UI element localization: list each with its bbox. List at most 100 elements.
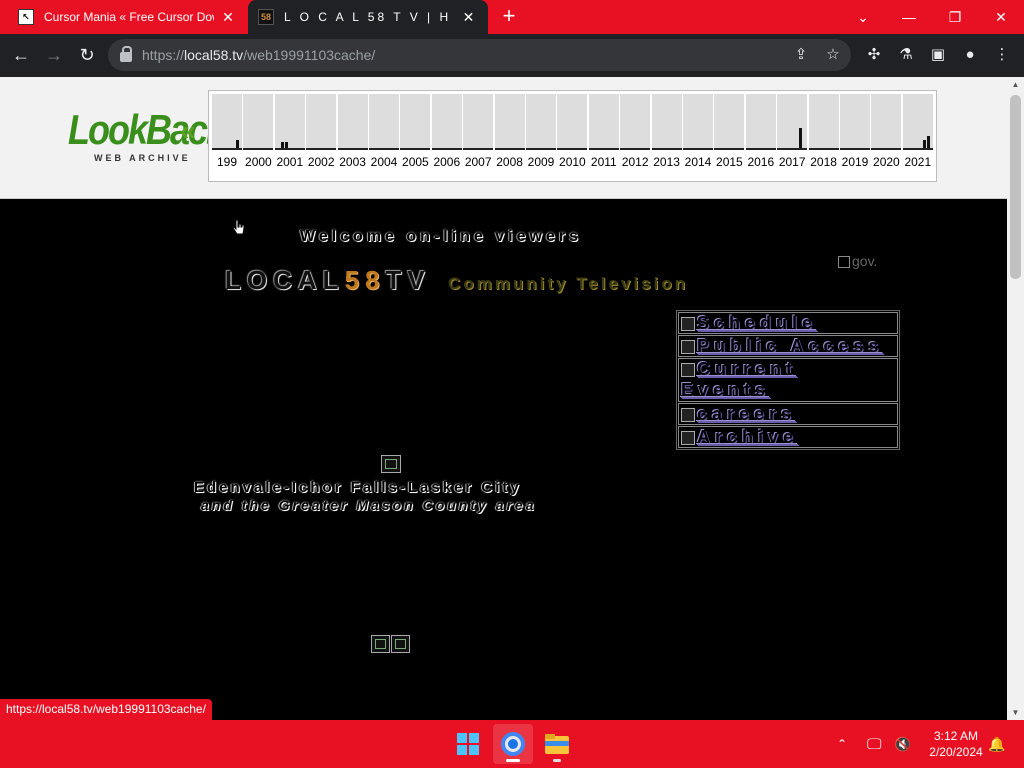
year-baseline bbox=[431, 148, 462, 150]
scroll-up-arrow-icon[interactable]: ▲ bbox=[1007, 77, 1024, 92]
year-label[interactable]: 2013 bbox=[650, 155, 684, 169]
status-bar-url: https://local58.tv/web19991103cache/ bbox=[0, 699, 212, 720]
lookback-logo[interactable]: LookBack « WEB ARCHIVE bbox=[68, 106, 226, 167]
tab-close-icon[interactable]: ✕ bbox=[220, 9, 236, 26]
year-baseline bbox=[306, 148, 337, 150]
broken-image-icon[interactable] bbox=[391, 635, 410, 653]
year-label[interactable]: 2007 bbox=[461, 155, 495, 169]
side-panel-icon[interactable]: ▣ bbox=[929, 46, 947, 64]
scrollbar-thumb[interactable] bbox=[1010, 95, 1021, 279]
year-2018-bar[interactable] bbox=[808, 94, 839, 150]
year-2019-bar[interactable] bbox=[840, 94, 870, 150]
year-1999-bar[interactable] bbox=[212, 94, 242, 150]
broken-image-icon[interactable] bbox=[371, 635, 390, 653]
year-label[interactable]: 2005 bbox=[398, 155, 432, 169]
show-hidden-icons-chevron-icon[interactable]: ⌃ bbox=[837, 720, 847, 768]
year-label[interactable]: 2014 bbox=[681, 155, 715, 169]
address-bar[interactable]: https://local58.tv/web19991103cache/ ⇪ ☆ bbox=[108, 39, 851, 71]
tab-cursor-mania[interactable]: ↖ Cursor Mania « Free Cursor Dow ✕ bbox=[8, 0, 246, 34]
extensions-puzzle-icon[interactable]: ✣ bbox=[865, 46, 883, 64]
year-label[interactable]: 2008 bbox=[493, 155, 527, 169]
year-2010-bar[interactable] bbox=[557, 94, 588, 150]
labs-flask-icon[interactable]: ⚗ bbox=[897, 46, 915, 64]
year-2016-bar[interactable] bbox=[745, 94, 776, 150]
year-label[interactable]: 2020 bbox=[869, 155, 903, 169]
local58-favicon-icon: 58 bbox=[258, 9, 274, 25]
year-2002-bar[interactable] bbox=[306, 94, 337, 150]
year-label[interactable]: 2015 bbox=[712, 155, 746, 169]
year-label[interactable]: 2016 bbox=[744, 155, 778, 169]
year-2014-bar[interactable] bbox=[683, 94, 713, 150]
year-label[interactable]: 2017 bbox=[775, 155, 809, 169]
minimize-button[interactable]: — bbox=[886, 0, 932, 34]
menu-archive[interactable]: Archive bbox=[678, 426, 898, 448]
page-scrollbar[interactable]: ▲ ▼ bbox=[1007, 77, 1024, 720]
year-2003-bar[interactable] bbox=[337, 94, 368, 150]
tab-close-icon[interactable]: ✕ bbox=[462, 9, 478, 26]
year-label[interactable]: 2021 bbox=[901, 155, 935, 169]
menu-careers[interactable]: careers bbox=[678, 403, 898, 425]
year-2017-bar[interactable] bbox=[777, 94, 808, 150]
forward-arrow-icon[interactable]: → bbox=[41, 42, 67, 68]
menu-kebab-icon[interactable]: ⋮ bbox=[993, 46, 1011, 64]
year-label[interactable]: 2018 bbox=[807, 155, 841, 169]
share-icon[interactable]: ⇪ bbox=[792, 46, 810, 64]
notifications-bell-icon[interactable]: 🔔 bbox=[988, 720, 1005, 768]
broken-image-icon bbox=[838, 256, 850, 269]
menu-current-events[interactable]: Current Events bbox=[678, 358, 898, 402]
year-label[interactable]: 2004 bbox=[367, 155, 401, 169]
reload-icon[interactable]: ↻ bbox=[74, 42, 100, 68]
year-2008-bar[interactable] bbox=[494, 94, 525, 150]
year-2009-bar[interactable] bbox=[526, 94, 556, 150]
year-2004-bar[interactable] bbox=[369, 94, 399, 150]
site-brand: LOCAL58TV Community Television bbox=[225, 265, 688, 296]
year-2005-bar[interactable] bbox=[400, 94, 431, 150]
menu-schedule[interactable]: Schedule bbox=[678, 312, 898, 334]
year-baseline bbox=[400, 148, 431, 150]
gov-image-broken[interactable]: gov. bbox=[838, 253, 877, 269]
year-2007-bar[interactable] bbox=[463, 94, 494, 150]
year-label[interactable]: 2000 bbox=[241, 155, 275, 169]
lock-icon[interactable] bbox=[120, 46, 132, 62]
year-2015-bar[interactable] bbox=[714, 94, 745, 150]
close-window-button[interactable]: ✕ bbox=[978, 0, 1024, 34]
year-label[interactable]: 2009 bbox=[524, 155, 558, 169]
back-arrow-icon[interactable]: ← bbox=[8, 42, 34, 68]
year-2021-bar[interactable] bbox=[902, 94, 933, 150]
year-2020-bar[interactable] bbox=[871, 94, 902, 150]
restore-button[interactable]: ❐ bbox=[932, 0, 978, 34]
year-label[interactable]: 2011 bbox=[587, 155, 621, 169]
profile-avatar-icon[interactable]: ● bbox=[961, 46, 979, 64]
chrome-taskbar-icon[interactable] bbox=[493, 724, 533, 764]
bookmark-star-icon[interactable]: ☆ bbox=[824, 46, 842, 64]
year-label[interactable]: 2003 bbox=[336, 155, 370, 169]
year-label[interactable]: 2006 bbox=[430, 155, 464, 169]
brand-number: 58 bbox=[344, 265, 386, 295]
year-2006-bar[interactable] bbox=[431, 94, 462, 150]
new-tab-button[interactable]: + bbox=[498, 5, 520, 28]
tab-search-chevron-icon[interactable]: ⌄ bbox=[840, 0, 886, 34]
year-label[interactable]: 2010 bbox=[555, 155, 589, 169]
menu-public-access[interactable]: Public Access bbox=[678, 335, 898, 357]
year-label[interactable]: 2002 bbox=[304, 155, 338, 169]
capture-spike bbox=[280, 142, 284, 148]
year-label[interactable]: 2001 bbox=[273, 155, 307, 169]
year-label[interactable]: 2012 bbox=[618, 155, 652, 169]
volume-muted-icon[interactable]: 🔇 bbox=[894, 720, 911, 768]
system-clock[interactable]: 3:12 AM 2/20/2024 bbox=[916, 728, 996, 760]
year-label[interactable]: 2019 bbox=[838, 155, 872, 169]
browser-toolbar: ← → ↻ https://local58.tv/web19991103cach… bbox=[0, 34, 1024, 77]
windows-start-icon[interactable] bbox=[448, 724, 488, 764]
year-2000-bar[interactable] bbox=[243, 94, 274, 150]
tab-local58[interactable]: 58 L O C A L 58 T V | H o m e p ✕ bbox=[248, 0, 488, 34]
year-2001-bar[interactable] bbox=[274, 94, 305, 150]
clock-date: 2/20/2024 bbox=[929, 745, 983, 759]
network-monitor-icon[interactable]: 🖵 bbox=[867, 720, 881, 768]
file-explorer-icon[interactable] bbox=[537, 724, 577, 764]
year-2011-bar[interactable] bbox=[588, 94, 619, 150]
address-url[interactable]: https://local58.tv/web19991103cache/ bbox=[142, 47, 375, 63]
year-2013-bar[interactable] bbox=[651, 94, 682, 150]
year-label[interactable]: 199 bbox=[210, 155, 244, 169]
year-2012-bar[interactable] bbox=[620, 94, 651, 150]
scroll-down-arrow-icon[interactable]: ▼ bbox=[1007, 705, 1024, 720]
